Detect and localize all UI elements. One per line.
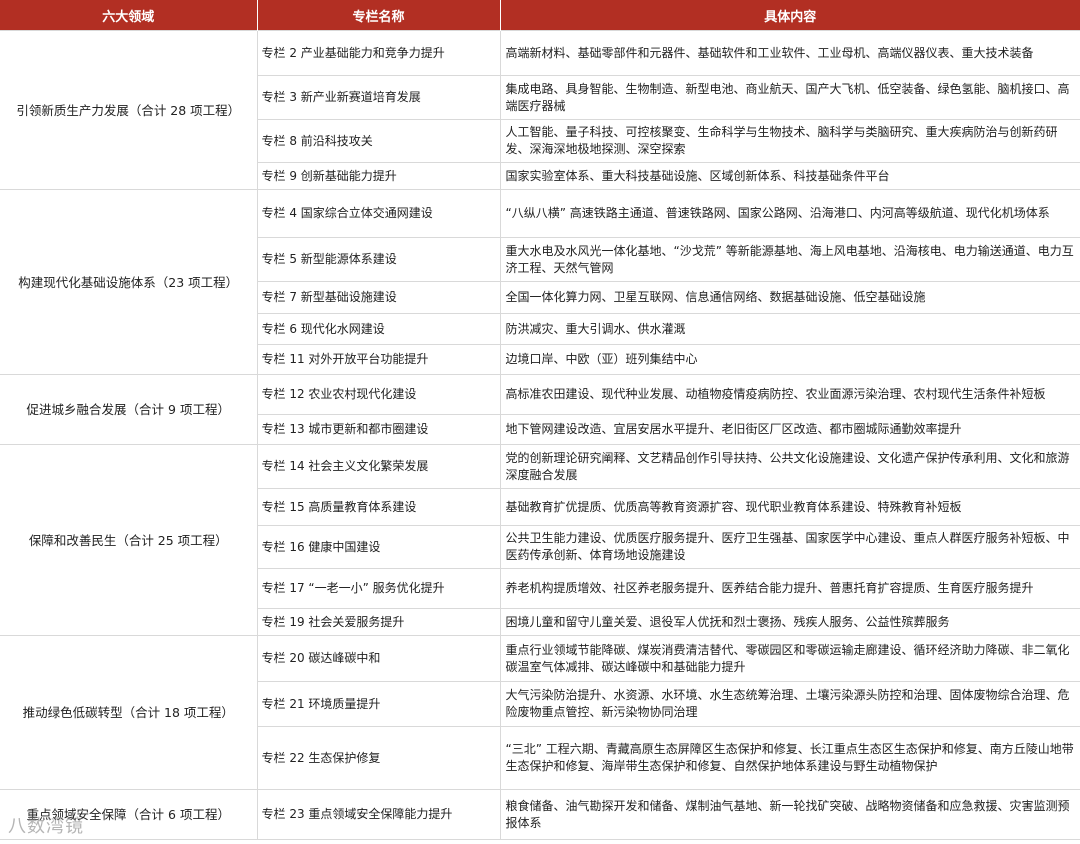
content-cell: 集成电路、具身智能、生物制造、新型电池、商业航天、国产大飞机、低空装备、绿色氢能… (499, 75, 1080, 120)
column-name-cell: 专栏 11 对外开放平台功能提升 (256, 344, 501, 375)
content-cell: 人工智能、量子科技、可控核聚变、生命科学与生物技术、脑科学与类脑研究、重大疾病防… (499, 119, 1080, 163)
domain-cell: 重点领域安全保障（合计 6 项工程） (0, 789, 258, 840)
content-cell: 党的创新理论研究阐释、文艺精品创作引导扶持、公共文化设施建设、文化遗产保护传承利… (499, 444, 1080, 489)
domain-cell: 引领新质生产力发展（合计 28 项工程） (0, 30, 258, 190)
content-cell: 国家实验室体系、重大科技基础设施、区域创新体系、科技基础条件平台 (499, 162, 1080, 190)
content-cell: 高标准农田建设、现代种业发展、动植物疫情疫病防控、农业面源污染治理、农村现代生活… (499, 374, 1080, 415)
content-cell: 防洪减灾、重大引调水、供水灌溉 (499, 313, 1080, 345)
column-name-cell: 专栏 15 高质量教育体系建设 (256, 488, 501, 526)
column-name-cell: 专栏 13 城市更新和都市圈建设 (256, 414, 501, 445)
column-name-cell: 专栏 2 产业基础能力和竞争力提升 (256, 30, 501, 76)
column-name-cell: 专栏 23 重点领域安全保障能力提升 (256, 789, 501, 840)
content-cell: 重点行业领域节能降碳、煤炭消费清洁替代、零碳园区和零碳运输走廊建设、循环经济助力… (499, 635, 1080, 682)
header-domain: 六大领域 (0, 0, 258, 31)
table-row: 促进城乡融合发展（合计 9 项工程） 专栏 12 农业农村现代化建设 高标准农田… (0, 374, 1080, 445)
content-cell: 困境儿童和留守儿童关爱、退役军人优抚和烈士褒扬、残疾人服务、公益性殡葬服务 (499, 608, 1080, 636)
header-row: 六大领域 专栏名称 具体内容 (0, 0, 1080, 31)
domain-cell: 促进城乡融合发展（合计 9 项工程） (0, 374, 258, 445)
content-cell: 边境口岸、中欧（亚）班列集结中心 (499, 344, 1080, 375)
column-name-cell: 专栏 3 新产业新赛道培育发展 (256, 75, 501, 120)
column-name-cell: 专栏 4 国家综合立体交通网建设 (256, 189, 501, 238)
content-cell: 地下管网建设改造、宜居安居水平提升、老旧街区厂区改造、都市圈城际通勤效率提升 (499, 414, 1080, 445)
content-cell: “三北” 工程六期、青藏高原生态屏障区生态保护和修复、长江重点生态区生态保护和修… (499, 726, 1080, 790)
table-row: 保障和改善民生（合计 25 项工程） 专栏 14 社会主义文化繁荣发展 党的创新… (0, 444, 1080, 636)
column-name-cell: 专栏 7 新型基础设施建设 (256, 281, 501, 314)
content-cell: 重大水电及水风光一体化基地、“沙戈荒” 等新能源基地、海上风电基地、沿海核电、电… (499, 237, 1080, 282)
column-name-cell: 专栏 21 环境质量提升 (256, 681, 501, 727)
column-name-cell: 专栏 22 生态保护修复 (256, 726, 501, 790)
table-row: 构建现代化基础设施体系（23 项工程） 专栏 4 国家综合立体交通网建设 “八纵… (0, 189, 1080, 375)
plan-table: 六大领域 专栏名称 具体内容 引领新质生产力发展（合计 28 项工程） 专栏 2… (0, 0, 1080, 840)
header-content: 具体内容 (500, 0, 1080, 31)
column-name-cell: 专栏 17 “一老一小” 服务优化提升 (256, 568, 501, 609)
column-name-cell: 专栏 20 碳达峰碳中和 (256, 635, 501, 682)
column-name-cell: 专栏 8 前沿科技攻关 (256, 119, 501, 163)
content-cell: 基础教育扩优提质、优质高等教育资源扩容、现代职业教育体系建设、特殊教育补短板 (499, 488, 1080, 526)
content-cell: “八纵八横” 高速铁路主通道、普速铁路网、国家公路网、沿海港口、内河高等级航道、… (499, 189, 1080, 238)
domain-cell: 保障和改善民生（合计 25 项工程） (0, 444, 258, 636)
content-cell: 养老机构提质增效、社区养老服务提升、医养结合能力提升、普惠托育扩容提质、生育医疗… (499, 568, 1080, 609)
content-cell: 大气污染防治提升、水资源、水环境、水生态统筹治理、土壤污染源头防控和治理、固体废… (499, 681, 1080, 727)
column-name-cell: 专栏 9 创新基础能力提升 (256, 162, 501, 190)
column-name-cell: 专栏 5 新型能源体系建设 (256, 237, 501, 282)
column-name-cell: 专栏 16 健康中国建设 (256, 525, 501, 569)
content-cell: 全国一体化算力网、卫星互联网、信息通信网络、数据基础设施、低空基础设施 (499, 281, 1080, 314)
column-name-cell: 专栏 12 农业农村现代化建设 (256, 374, 501, 415)
column-name-cell: 专栏 14 社会主义文化繁荣发展 (256, 444, 501, 489)
domain-cell: 构建现代化基础设施体系（23 项工程） (0, 189, 258, 375)
content-cell: 高端新材料、基础零部件和元器件、基础软件和工业软件、工业母机、高端仪器仪表、重大… (499, 30, 1080, 76)
column-name-cell: 专栏 19 社会关爱服务提升 (256, 608, 501, 636)
table-row: 引领新质生产力发展（合计 28 项工程） 专栏 2 产业基础能力和竞争力提升 高… (0, 30, 1080, 190)
header-column-name: 专栏名称 (257, 0, 501, 31)
column-name-cell: 专栏 6 现代化水网建设 (256, 313, 501, 345)
domain-cell: 推动绿色低碳转型（合计 18 项工程） (0, 635, 258, 790)
table-row: 重点领域安全保障（合计 6 项工程） 专栏 23 重点领域安全保障能力提升 粮食… (0, 789, 1080, 840)
content-cell: 公共卫生能力建设、优质医疗服务提升、医疗卫生强基、国家医学中心建设、重点人群医疗… (499, 525, 1080, 569)
table-row: 推动绿色低碳转型（合计 18 项工程） 专栏 20 碳达峰碳中和 重点行业领域节… (0, 635, 1080, 790)
content-cell: 粮食储备、油气勘探开发和储备、煤制油气基地、新一轮找矿突破、战略物资储备和应急救… (499, 789, 1080, 840)
